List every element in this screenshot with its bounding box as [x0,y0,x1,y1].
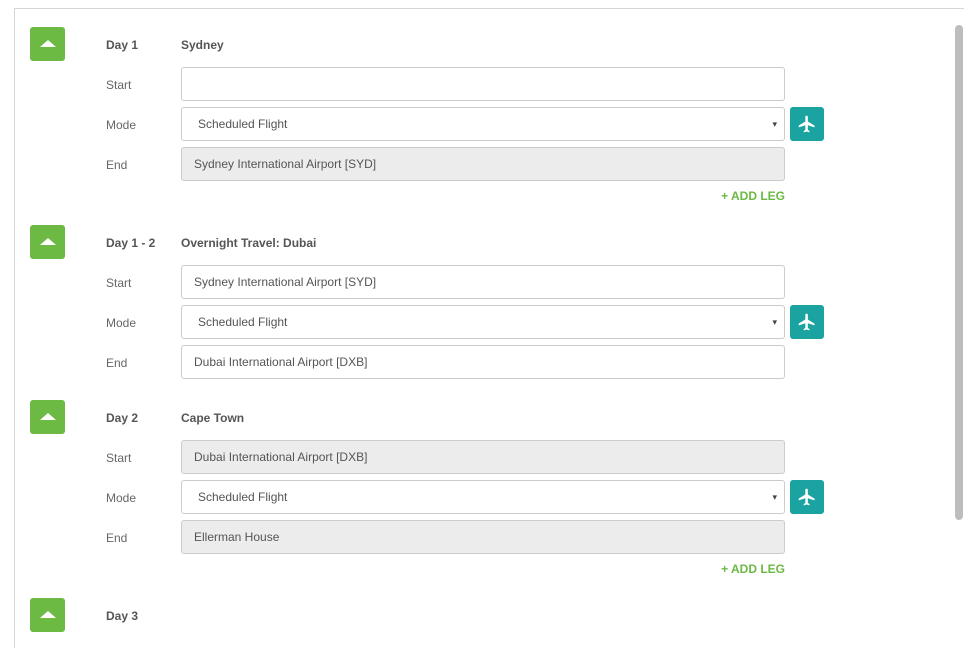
day-label: Day 1 [106,38,139,52]
end-label: End [106,531,128,545]
mode-select[interactable]: Scheduled Flight ▾ [181,480,785,514]
mode-label: Mode [106,491,137,505]
start-field: Dubai International Airport [DXB] [181,440,785,474]
caret-up-icon [39,237,56,245]
start-field[interactable] [181,67,785,101]
flight-mode-button[interactable] [790,305,824,339]
start-label: Start [106,276,132,290]
add-leg-link[interactable]: + ADD LEG [700,189,785,203]
day-label: Day 2 [106,411,139,425]
day-city: Sydney [181,38,224,52]
flight-mode-button[interactable] [790,107,824,141]
caret-up-icon [39,412,56,420]
mode-select-value: Scheduled Flight [198,117,288,131]
scrollbar[interactable] [955,25,963,520]
caret-up-icon [39,610,56,618]
add-leg-link[interactable]: + ADD LEG [700,562,785,576]
start-field[interactable]: Sydney International Airport [SYD] [181,265,785,299]
mode-select[interactable]: Scheduled Flight ▾ [181,305,785,339]
flight-mode-button[interactable] [790,480,824,514]
mode-select-value: Scheduled Flight [198,490,288,504]
collapse-day-button[interactable] [30,27,65,61]
mode-label: Mode [106,118,137,132]
day-label: Day 3 [106,609,139,623]
end-label: End [106,158,128,172]
chevron-down-icon: ▾ [772,119,777,129]
airplane-icon [798,313,815,331]
end-label: End [106,356,128,370]
collapse-day-button[interactable] [30,400,65,434]
chevron-down-icon: ▾ [772,492,777,502]
caret-up-icon [39,39,56,47]
end-field: Ellerman House [181,520,785,554]
mode-label: Mode [106,316,137,330]
start-label: Start [106,78,132,92]
airplane-icon [798,488,815,506]
airplane-icon [798,115,815,133]
mode-select-value: Scheduled Flight [198,315,288,329]
start-label: Start [106,451,132,465]
end-field[interactable]: Dubai International Airport [DXB] [181,345,785,379]
day-label: Day 1 - 2 [106,236,156,250]
chevron-down-icon: ▾ [772,317,777,327]
day-city: Cape Town [181,411,245,425]
collapse-day-button[interactable] [30,598,65,632]
end-field: Sydney International Airport [SYD] [181,147,785,181]
collapse-day-button[interactable] [30,225,65,259]
mode-select[interactable]: Scheduled Flight ▾ [181,107,785,141]
day-city: Overnight Travel: Dubai [181,236,317,250]
